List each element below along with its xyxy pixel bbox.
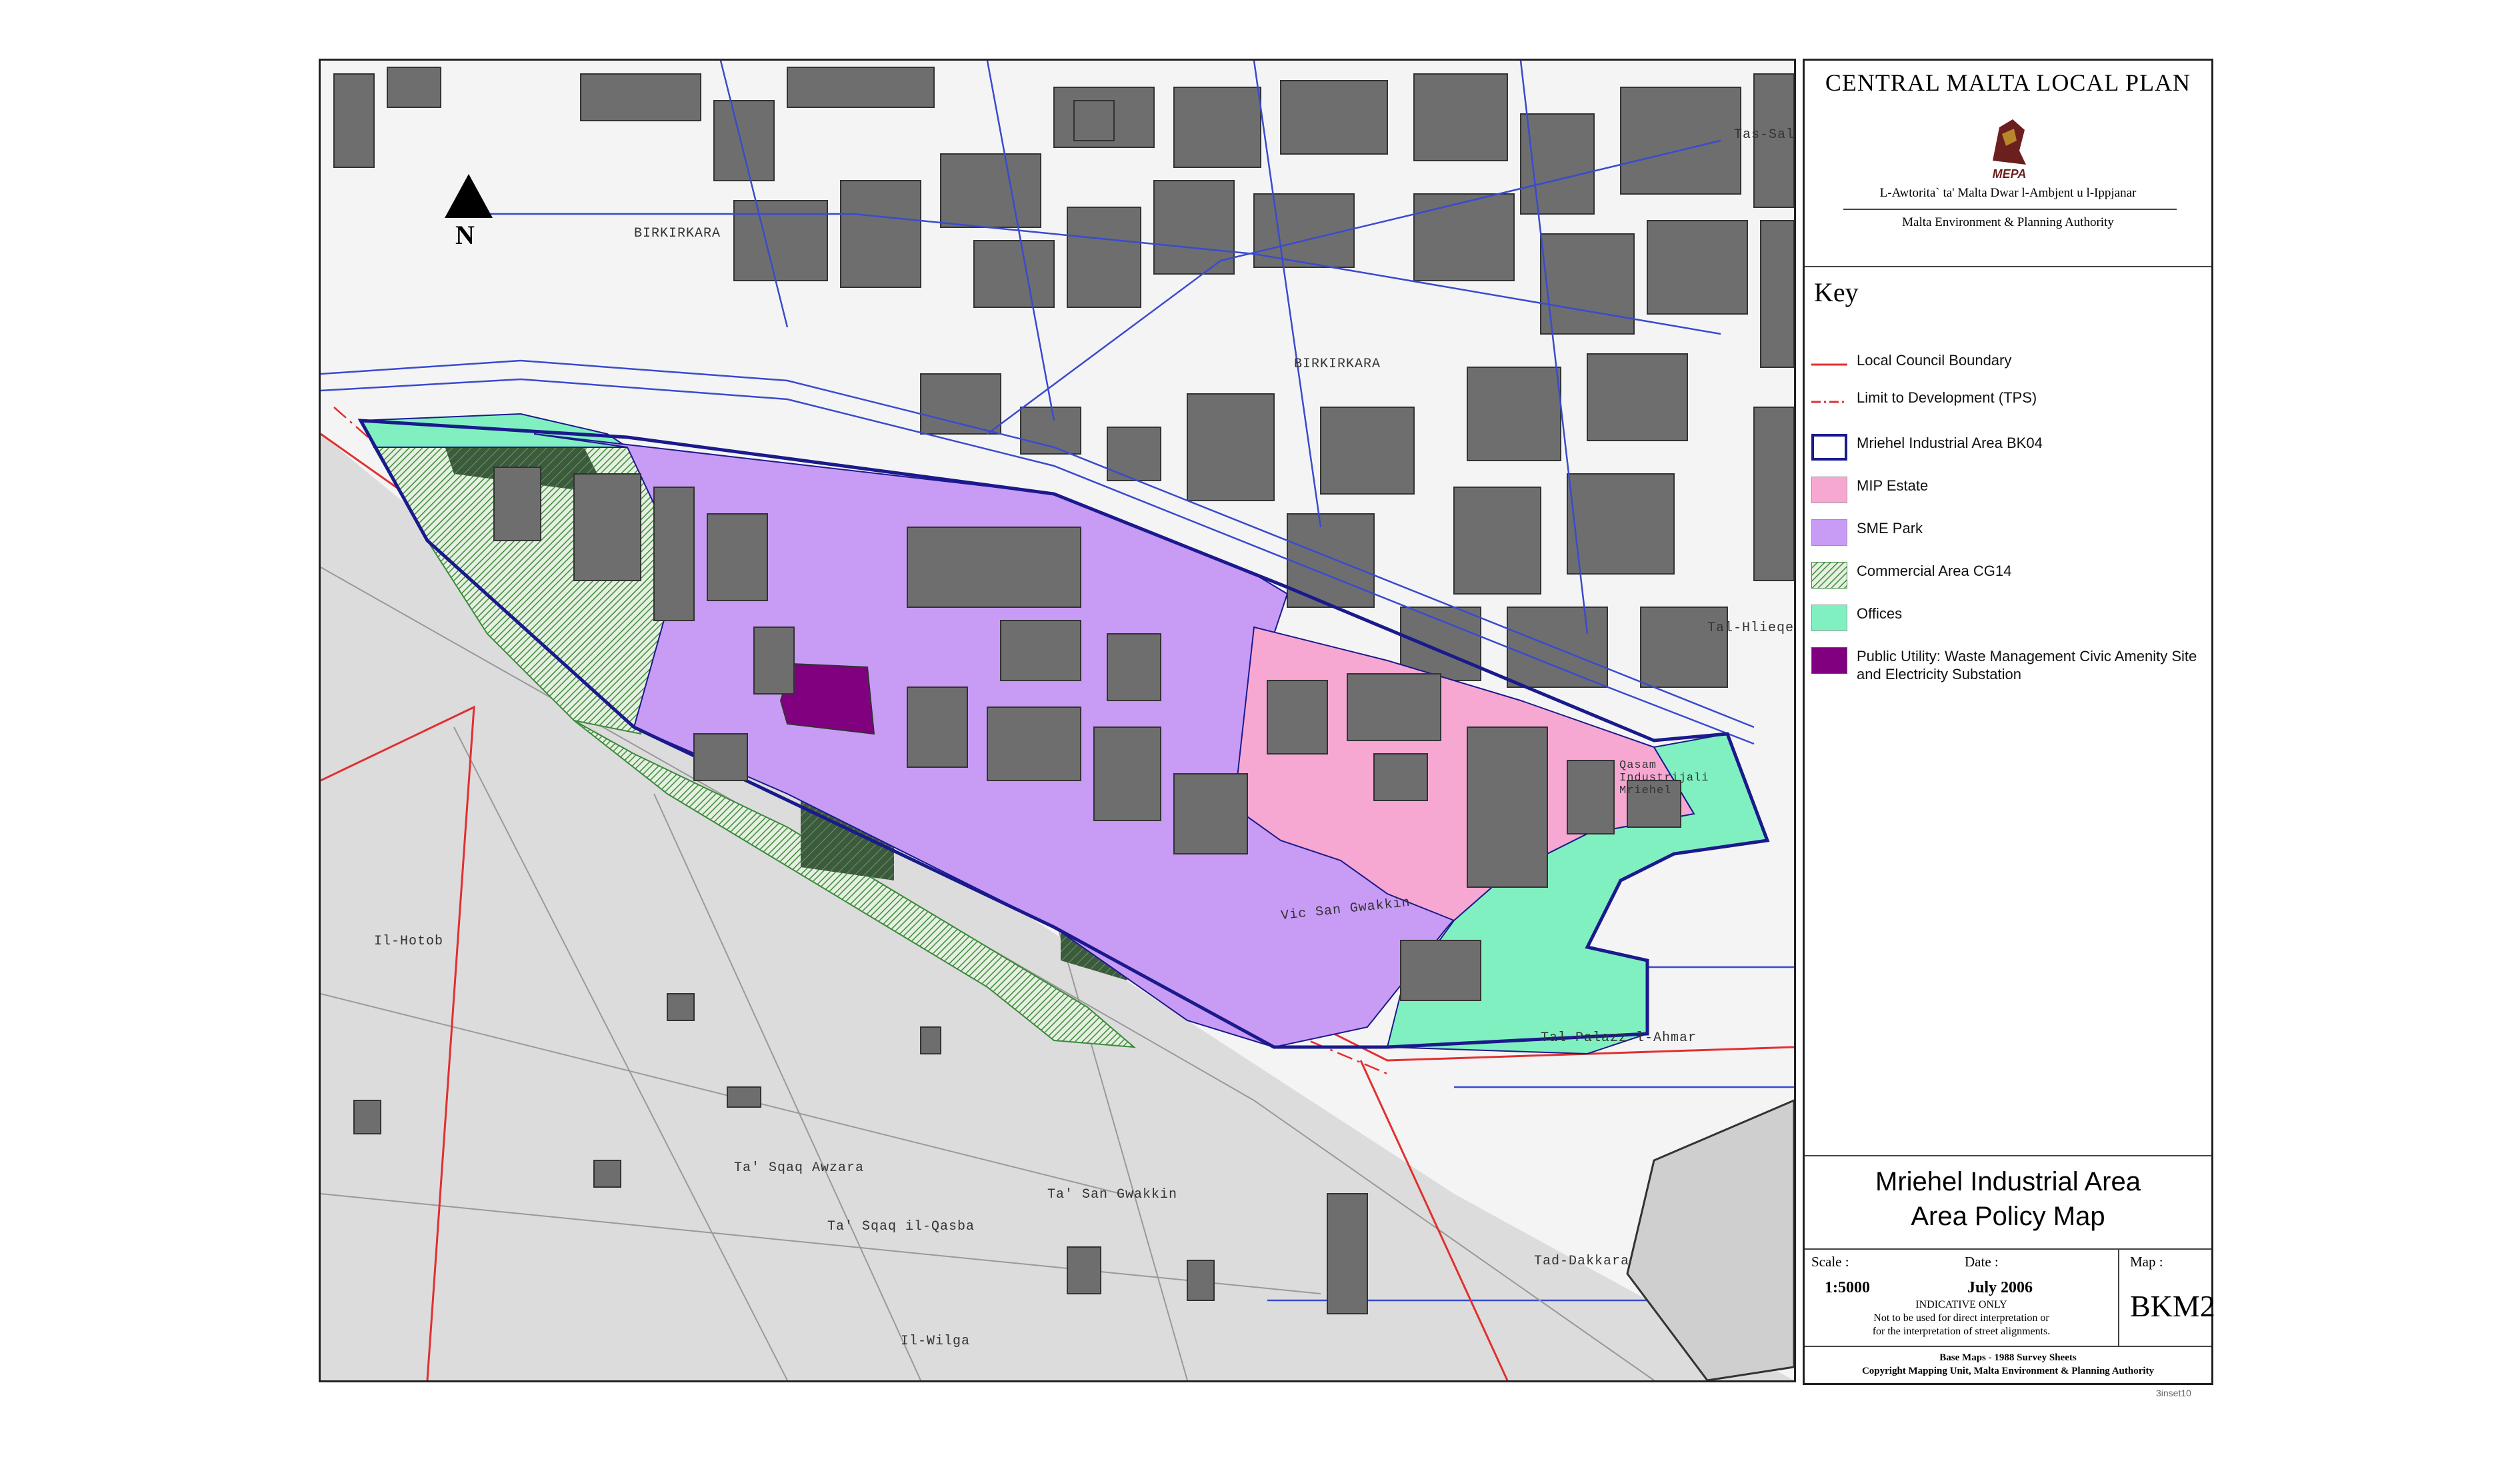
map-key: Key Local Council Boundary Limit to Deve… (1805, 267, 2211, 1156)
key-label: MIP Estate (1857, 477, 1929, 494)
place-label-birkirkara-1: BIRKIRKARA (634, 226, 721, 241)
map-label: Map : (2130, 1254, 2163, 1270)
base-map (321, 61, 1794, 1380)
key-item-public-utility: Public Utility: Waste Management Civic A… (1811, 643, 2205, 690)
copyright-note: Copyright Mapping Unit, Malta Environmen… (1861, 1366, 2155, 1376)
key-item-limit-to-development: Limit to Development (TPS) (1811, 385, 2205, 422)
key-label: Public Utility: Waste Management Civic A… (1857, 648, 2197, 683)
place-label-tas-sqaq-il-qasba: Ta' Sqaq il-Qasba (827, 1219, 975, 1234)
place-label-qasam: Qasam Industrijali Mriehel (1619, 759, 1709, 797)
key-label: Local Council Boundary (1857, 352, 2012, 369)
place-label-birkirkara-2: BIRKIRKARA (1294, 357, 1381, 372)
plan-title: CENTRAL MALTA LOCAL PLAN (1825, 69, 2191, 96)
red-line-swatch (1811, 363, 1847, 366)
key-item-industrial-area: Mriehel Industrial Area BK04 (1811, 430, 2205, 467)
copyright-block: Base Maps - 1988 Survey Sheets Copyright… (1805, 1347, 2211, 1387)
north-label: N (455, 220, 475, 250)
violet-swatch (1811, 519, 1847, 546)
info-divider (2118, 1250, 2119, 1347)
map-title-block: Mriehel Industrial Area Area Policy Map (1805, 1156, 2211, 1250)
key-label: Commercial Area CG14 (1857, 563, 2012, 579)
place-label-ta-san-gwakkin: Ta' San Gwakkin (1047, 1187, 1178, 1202)
key-item-sme-park: SME Park (1811, 515, 2205, 553)
map-title-line-1: Mriehel Industrial Area (1875, 1167, 2141, 1196)
place-label-il-wilga: Il-Wilga (901, 1334, 971, 1349)
key-title: Key (1814, 277, 1859, 307)
key-label: SME Park (1857, 520, 1923, 537)
key-item-local-council-boundary: Local Council Boundary (1811, 347, 2205, 385)
sheet-reference: 3inset10 (2156, 1388, 2191, 1398)
place-label-il-hotob: Il-Hotob (374, 934, 444, 949)
authority-divider (1843, 209, 2177, 210)
mepa-logo-icon (1993, 119, 2026, 165)
key-item-mip-estate: MIP Estate (1811, 473, 2205, 510)
authority-name-maltese: L-Awtorita` ta' Malta Dwar l-Ambjent u l… (1879, 186, 2137, 200)
date-value: July 2006 (1967, 1279, 2033, 1296)
place-label-tad-dakkara: Tad-Dakkara (1534, 1254, 1630, 1269)
note-line-3: for the interpretation of street alignme… (1872, 1326, 2051, 1337)
legend-panel: CENTRAL MALTA LOCAL PLAN MEPA L-Awtorita… (1803, 59, 2215, 1387)
mint-swatch (1811, 605, 1847, 631)
key-item-commercial-area: Commercial Area CG14 (1811, 558, 2205, 595)
map-title-line-2: Area Policy Map (1911, 1202, 2105, 1231)
place-label-tas-sqaq-awzara: Ta' Sqaq Awzara (734, 1160, 865, 1176)
note-indicative: INDICATIVE ONLY (1915, 1299, 2007, 1310)
outline-swatch (1811, 434, 1847, 461)
place-label-tal-palazz: Tal-Palazz l-Ahmar (1541, 1030, 1697, 1046)
place-label-tal-hlieqex: Tal-Hlieqex (1707, 621, 1796, 636)
date-label: Date : (1965, 1254, 1999, 1270)
key-label: Offices (1857, 605, 1903, 622)
purple-swatch (1811, 647, 1847, 674)
key-item-offices: Offices (1811, 601, 2205, 638)
plan-header: CENTRAL MALTA LOCAL PLAN MEPA L-Awtorita… (1805, 61, 2211, 267)
mepa-logo-text: MEPA (1992, 167, 2027, 181)
base-maps-note: Base Maps - 1988 Survey Sheets (1939, 1352, 2077, 1363)
key-label: Limit to Development (TPS) (1857, 389, 2037, 406)
map-number: BKM2 (2130, 1289, 2215, 1323)
note-line-2: Not to be used for direct interpretation… (1873, 1312, 2049, 1324)
north-arrow-icon (445, 174, 493, 218)
scale-label: Scale : (1811, 1254, 1849, 1270)
pink-swatch (1811, 477, 1847, 503)
map-info-block: Scale : Date : Map : 1:5000 July 2006 BK… (1805, 1250, 2215, 1347)
place-label-tas-salib: Tas-Salib (1734, 127, 1795, 143)
key-label: Mriehel Industrial Area BK04 (1857, 435, 2043, 451)
scale-value: 1:5000 (1825, 1279, 1870, 1296)
authority-name-english: Malta Environment & Planning Authority (1902, 215, 2114, 229)
green-hatch-swatch (1811, 562, 1847, 589)
red-dashdot-swatch (1811, 401, 1847, 403)
map-canvas[interactable]: N BIRKIRKARA BIRKIRKARA Vic San Gwakkin … (319, 59, 1796, 1382)
